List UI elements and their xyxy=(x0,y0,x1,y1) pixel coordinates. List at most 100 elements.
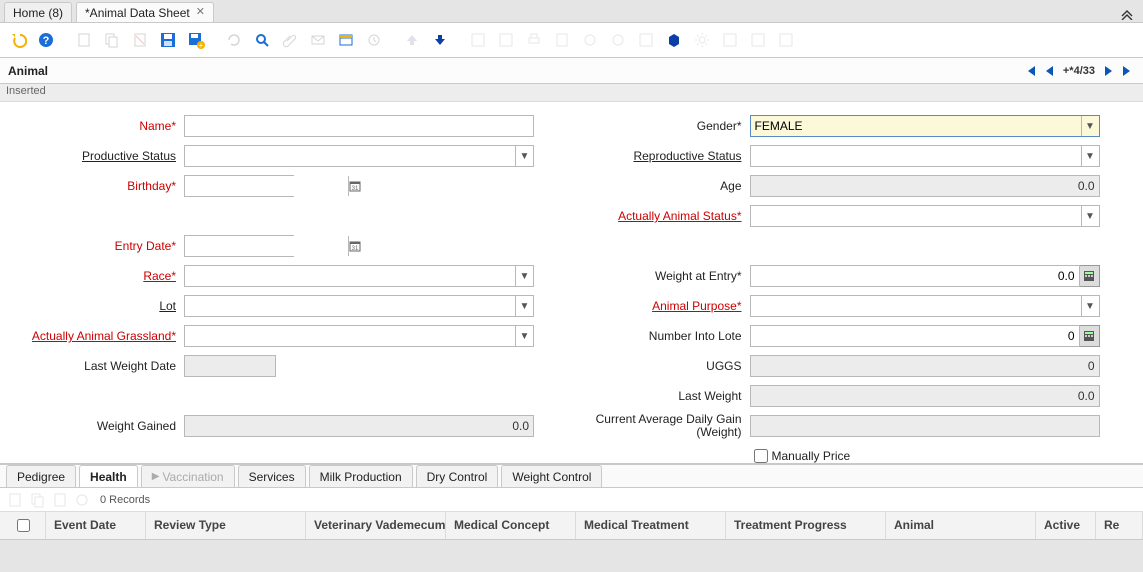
form-left-column: Name* Productive Status ▼ Birthday* 31 E… xyxy=(6,112,572,464)
chevron-down-icon[interactable]: ▼ xyxy=(515,326,533,346)
chevron-down-icon[interactable]: ▼ xyxy=(1081,146,1099,166)
col-animal[interactable]: Animal xyxy=(886,512,1036,539)
subtab-services[interactable]: Services xyxy=(238,465,306,487)
grassland-label[interactable]: Actually Animal Grassland* xyxy=(6,329,184,343)
subtab-pedigree[interactable]: Pedigree xyxy=(6,465,76,487)
help-button[interactable]: ? xyxy=(34,28,58,52)
grassland-combo[interactable]: ▼ xyxy=(184,325,534,347)
save-new-button[interactable]: + xyxy=(184,28,208,52)
gender-input[interactable] xyxy=(751,116,1081,136)
chevron-down-icon[interactable]: ▼ xyxy=(1081,116,1099,136)
misc-1-icon[interactable] xyxy=(466,28,490,52)
subtab-dry[interactable]: Dry Control xyxy=(416,465,499,487)
col-review-type[interactable]: Review Type xyxy=(146,512,306,539)
arrow-up-button[interactable] xyxy=(400,28,424,52)
actual-status-input[interactable] xyxy=(751,206,1081,226)
subgrid-select-all-checkbox[interactable] xyxy=(17,519,30,532)
pager-prev-button[interactable] xyxy=(1043,64,1057,78)
undo-button[interactable] xyxy=(6,28,30,52)
collapse-chevrons-icon[interactable] xyxy=(1115,6,1139,22)
race-label[interactable]: Race* xyxy=(6,269,184,283)
subgrid-delete-button[interactable] xyxy=(52,492,68,508)
delete-record-button[interactable] xyxy=(128,28,152,52)
race-combo[interactable]: ▼ xyxy=(184,265,534,287)
entry-date-input[interactable] xyxy=(185,236,348,256)
animal-purpose-combo[interactable]: ▼ xyxy=(750,295,1100,317)
grid-view-button[interactable] xyxy=(334,28,358,52)
col-vademecum[interactable]: Veterinary Vademecum xyxy=(306,512,446,539)
mail-button[interactable] xyxy=(306,28,330,52)
pager-first-button[interactable] xyxy=(1023,64,1037,78)
name-input[interactable] xyxy=(184,115,534,137)
lot-label[interactable]: Lot xyxy=(6,299,184,313)
grassland-input[interactable] xyxy=(185,326,515,346)
reproductive-status-input[interactable] xyxy=(751,146,1081,166)
chevron-down-icon[interactable]: ▼ xyxy=(1081,206,1099,226)
subtab-milk[interactable]: Milk Production xyxy=(309,465,413,487)
actual-status-combo[interactable]: ▼ xyxy=(750,205,1100,227)
subgrid-misc-button[interactable] xyxy=(74,492,90,508)
misc-5-icon[interactable] xyxy=(634,28,658,52)
pager-last-button[interactable] xyxy=(1121,64,1135,78)
history-button[interactable] xyxy=(362,28,386,52)
subgrid-copy-button[interactable] xyxy=(30,492,46,508)
close-icon[interactable]: ✕ xyxy=(196,7,205,18)
chevron-down-icon[interactable]: ▼ xyxy=(515,146,533,166)
productive-status-combo[interactable]: ▼ xyxy=(184,145,534,167)
number-into-lote-input[interactable] xyxy=(750,325,1080,347)
calendar-icon[interactable]: 31 xyxy=(348,236,361,256)
arrow-down-button[interactable] xyxy=(428,28,452,52)
birthday-input[interactable] xyxy=(185,176,348,196)
tab-animal-data-sheet[interactable]: *Animal Data Sheet ✕ xyxy=(76,2,214,22)
search-button[interactable] xyxy=(250,28,274,52)
reproductive-status-label[interactable]: Reproductive Status xyxy=(572,149,750,163)
pager-next-button[interactable] xyxy=(1101,64,1115,78)
print-button[interactable] xyxy=(522,28,546,52)
misc-7-icon[interactable] xyxy=(746,28,770,52)
misc-2-icon[interactable] xyxy=(494,28,518,52)
col-event-date[interactable]: Event Date xyxy=(46,512,146,539)
gender-combo[interactable]: ▼ xyxy=(750,115,1100,137)
col-re[interactable]: Re xyxy=(1096,512,1143,539)
lot-combo[interactable]: ▼ xyxy=(184,295,534,317)
col-treatment-progress[interactable]: Treatment Progress xyxy=(726,512,886,539)
birthday-datebox[interactable]: 31 xyxy=(184,175,294,197)
reproductive-status-combo[interactable]: ▼ xyxy=(750,145,1100,167)
gear-button[interactable] xyxy=(690,28,714,52)
productive-status-label[interactable]: Productive Status xyxy=(6,149,184,163)
chevron-down-icon[interactable]: ▼ xyxy=(515,296,533,316)
save-button[interactable] xyxy=(156,28,180,52)
subtab-health[interactable]: Health xyxy=(79,465,138,487)
entry-date-datebox[interactable]: 31 xyxy=(184,235,294,257)
copy-record-button[interactable] xyxy=(100,28,124,52)
misc-8-icon[interactable] xyxy=(774,28,798,52)
animal-purpose-label[interactable]: Animal Purpose* xyxy=(572,299,750,313)
animal-purpose-input[interactable] xyxy=(751,296,1081,316)
manually-price-checkbox[interactable] xyxy=(754,449,768,463)
report-button[interactable] xyxy=(550,28,574,52)
misc-6-icon[interactable] xyxy=(718,28,742,52)
refresh-button[interactable] xyxy=(222,28,246,52)
subtab-weight[interactable]: Weight Control xyxy=(501,465,602,487)
actual-status-label[interactable]: Actually Animal Status* xyxy=(572,209,750,223)
subgrid-new-button[interactable] xyxy=(8,492,24,508)
calendar-icon[interactable]: 31 xyxy=(348,176,361,196)
misc-3-icon[interactable] xyxy=(578,28,602,52)
attachment-button[interactable] xyxy=(278,28,302,52)
calculator-icon[interactable] xyxy=(1080,325,1100,347)
col-medical-treatment[interactable]: Medical Treatment xyxy=(576,512,726,539)
weight-entry-input[interactable] xyxy=(750,265,1080,287)
misc-4-icon[interactable] xyxy=(606,28,630,52)
calculator-icon[interactable] xyxy=(1080,265,1100,287)
product-button[interactable] xyxy=(662,28,686,52)
col-active[interactable]: Active xyxy=(1036,512,1096,539)
lot-input[interactable] xyxy=(185,296,515,316)
new-record-button[interactable] xyxy=(72,28,96,52)
race-input[interactable] xyxy=(185,266,515,286)
productive-status-input[interactable] xyxy=(185,146,515,166)
chevron-down-icon[interactable]: ▼ xyxy=(1081,296,1099,316)
subtab-vaccination[interactable]: ▶Vaccination xyxy=(141,465,235,487)
tab-home[interactable]: Home (8) xyxy=(4,2,72,22)
chevron-down-icon[interactable]: ▼ xyxy=(515,266,533,286)
col-medical-concept[interactable]: Medical Concept xyxy=(446,512,576,539)
